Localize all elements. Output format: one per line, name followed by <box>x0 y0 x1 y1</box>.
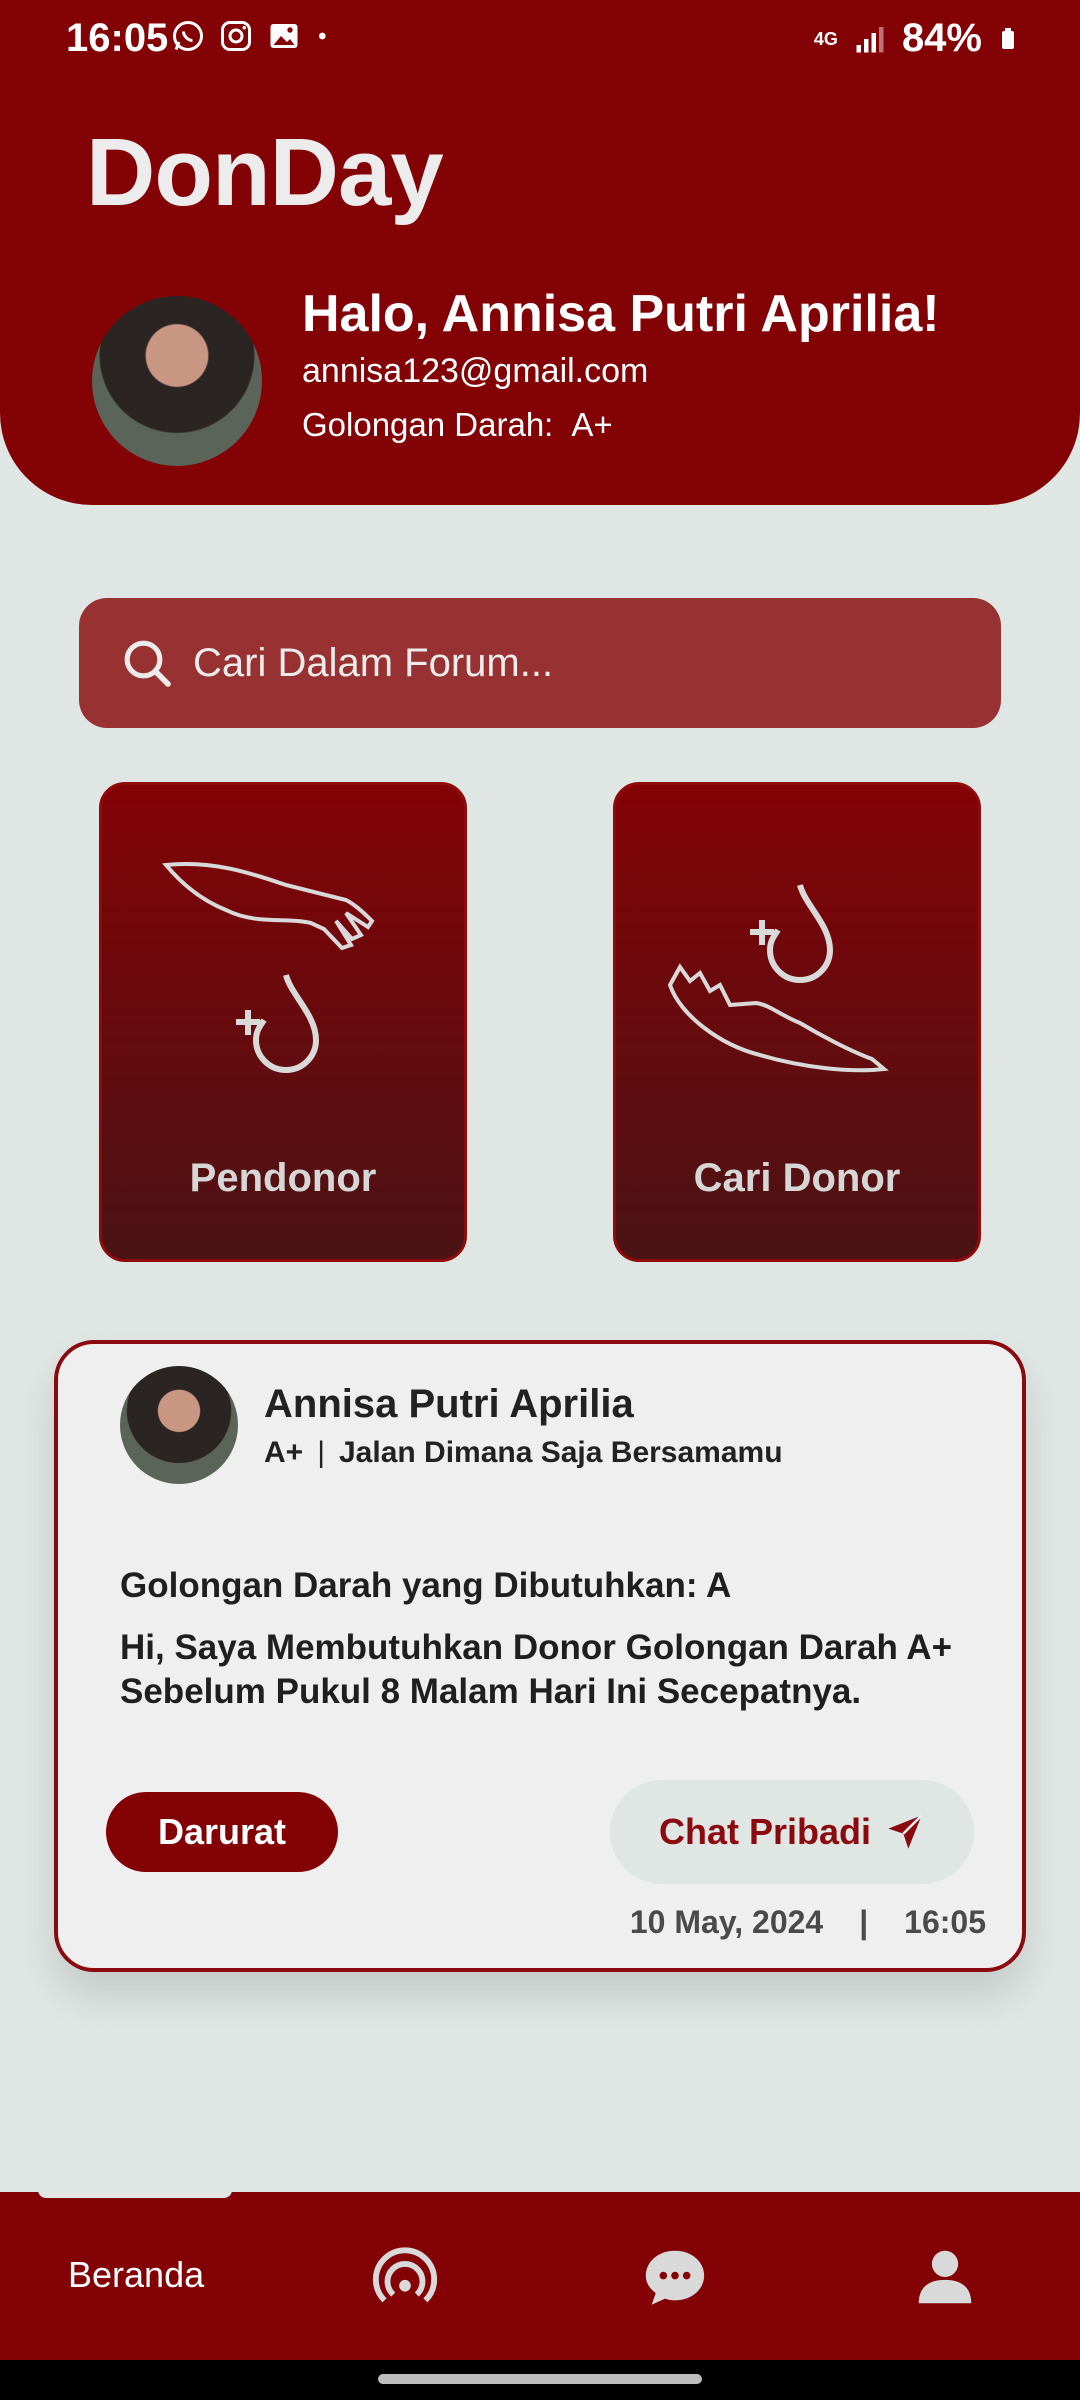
forum-search-bar[interactable] <box>79 598 1001 728</box>
urgent-button[interactable]: Darurat <box>106 1792 338 1872</box>
blood-type-value: A+ <box>571 406 613 443</box>
system-icons: 4G 84% <box>814 16 1020 61</box>
post-date: 10 May, 2024 <box>629 1904 824 1940</box>
greeting-text: Halo, Annisa Putri Aprilia! <box>302 285 940 343</box>
search-icon <box>124 640 171 687</box>
post-blood-type: A+ <box>264 1436 304 1469</box>
meta-separator: | <box>317 1436 325 1469</box>
system-gesture-bar <box>0 2360 1080 2400</box>
send-icon <box>888 1814 923 1849</box>
broadcast-icon[interactable] <box>370 2242 440 2312</box>
search-input[interactable] <box>193 640 953 686</box>
profile-icon[interactable] <box>910 2242 980 2312</box>
post-required-blood: Golongan Darah yang Dibutuhkan: A <box>120 1566 732 1605</box>
network-type: 4G <box>813 28 838 49</box>
receive-hand-drop-icon <box>667 884 889 1073</box>
post-author-avatar[interactable] <box>120 1366 238 1484</box>
private-chat-button[interactable]: Chat Pribadi <box>610 1780 974 1884</box>
post-location: Jalan Dimana Saja Bersamamu <box>338 1436 783 1469</box>
forum-post-card[interactable]: Annisa Putri Aprilia A+ | Jalan Dimana Saj… <box>54 1340 1026 1972</box>
header: 16:05 4G 84% DonDay Halo, Annisa Putri A… <box>0 0 1080 505</box>
user-avatar[interactable] <box>92 296 262 466</box>
pendonor-card[interactable]: Pendonor <box>99 782 467 1262</box>
home-gesture-pill[interactable] <box>378 2374 702 2384</box>
post-meta: A+ | Jalan Dimana Saja Bersamamu <box>264 1436 783 1470</box>
cari-donor-card[interactable]: Cari Donor <box>613 782 981 1262</box>
post-timestamp: 10 May, 2024 | 16:05 <box>630 1904 986 1941</box>
nav-beranda[interactable]: Beranda <box>68 2254 204 2296</box>
gallery-icon <box>270 24 298 48</box>
app-title: DonDay <box>86 119 444 226</box>
post-time: 16:05 <box>904 1904 986 1940</box>
cari-donor-label: Cari Donor <box>693 1156 901 1200</box>
signal-icon <box>856 26 884 52</box>
post-author-name: Annisa Putri Aprilia <box>264 1382 634 1426</box>
status-bar: 16:05 4G 84% <box>0 0 1080 78</box>
private-chat-label: Chat Pribadi <box>658 1811 872 1852</box>
notification-icons <box>170 18 334 54</box>
status-time: 16:05 <box>66 16 169 60</box>
user-email: annisa123@gmail.com <box>302 352 649 390</box>
whatsapp-icon <box>173 21 203 51</box>
battery-percent: 84% <box>901 16 982 60</box>
donate-hand-drop-icon <box>162 862 375 1073</box>
chat-bubble-icon[interactable] <box>640 2242 710 2312</box>
user-blood-type: Golongan Darah: A+ <box>302 406 631 444</box>
blood-type-label: Golongan Darah: <box>302 406 554 443</box>
battery-icon <box>1002 27 1014 49</box>
instagram-icon <box>221 21 251 51</box>
timestamp-separator: | <box>859 1904 869 1940</box>
dot-icon <box>319 32 326 40</box>
bottom-navigation: Beranda <box>0 2182 1080 2360</box>
pendonor-label: Pendonor <box>189 1156 377 1200</box>
active-tab-indicator <box>38 2182 232 2198</box>
post-body: Hi, Saya Membutuhkan Donor Golongan Dara… <box>120 1628 953 1711</box>
